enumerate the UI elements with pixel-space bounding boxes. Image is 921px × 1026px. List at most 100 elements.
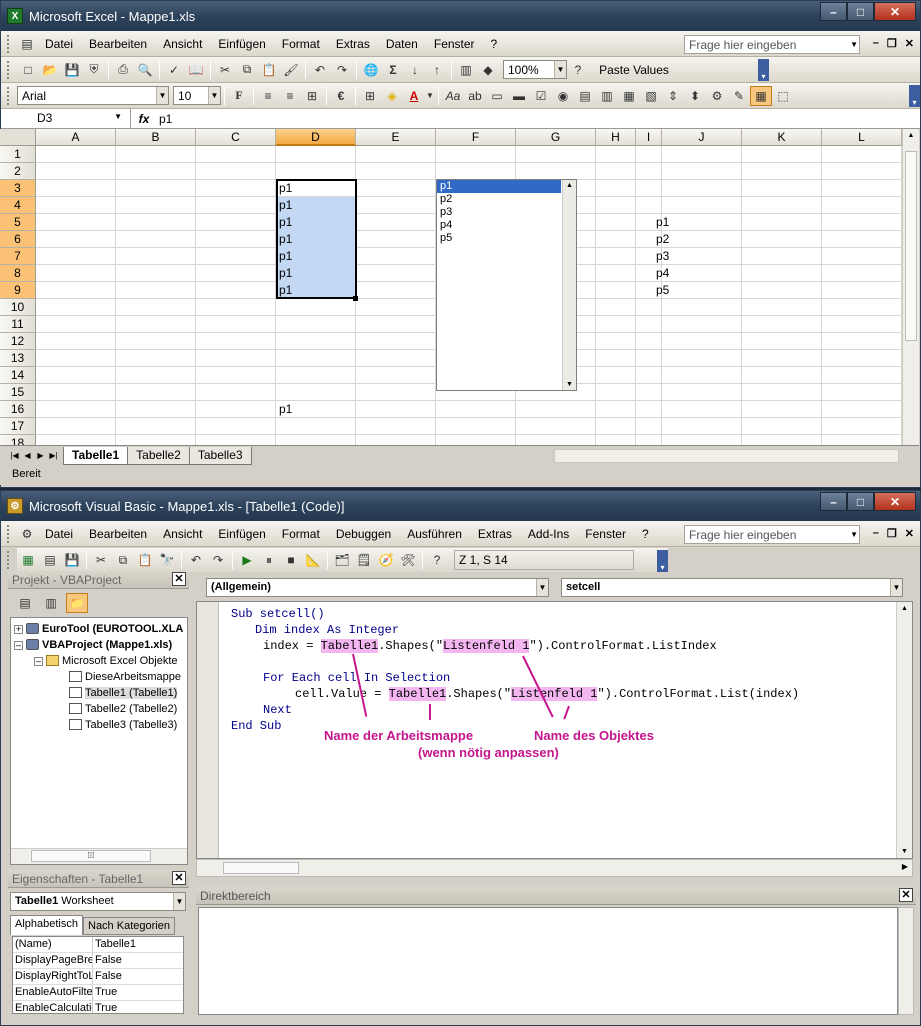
column-header-l[interactable]: L <box>822 129 902 146</box>
row-header-9[interactable]: 9 <box>0 282 36 299</box>
bold-icon[interactable]: F <box>228 86 250 106</box>
property-value[interactable]: False <box>93 969 122 984</box>
name-box[interactable]: D3 ▼ <box>1 108 131 129</box>
row-header-2[interactable]: 2 <box>0 163 36 180</box>
print-icon[interactable]: ⎙ <box>112 60 134 80</box>
code-line-cellvalue[interactable]: cell.Value = Tabelle1.Shapes("Listenfeld… <box>295 687 799 702</box>
insert-module-icon[interactable]: ▤ <box>39 550 61 570</box>
sheet-tab-tabelle3[interactable]: Tabelle3 <box>188 446 252 465</box>
redo-icon[interactable]: ↷ <box>331 60 353 80</box>
undo-icon[interactable]: ↶ <box>185 550 207 570</box>
code-vscrollbar[interactable]: ▲ ▼ <box>896 602 912 858</box>
edit-code-icon[interactable]: ✎ <box>728 86 750 106</box>
listbox-item[interactable]: p2 <box>437 193 561 206</box>
control-properties-icon[interactable]: ⚙ <box>706 86 728 106</box>
cell-j8[interactable]: p4 <box>653 265 669 282</box>
cell-d16[interactable]: p1 <box>276 401 292 418</box>
code-line-index[interactable]: index = Tabelle1.Shapes("Listenfeld 1").… <box>263 639 717 654</box>
run-icon[interactable]: ▶ <box>236 550 258 570</box>
toggle-grid-icon[interactable]: ▦ <box>750 85 772 106</box>
toolbar-options-icon[interactable]: ▾ <box>909 85 920 107</box>
sheet-tab-tabelle1[interactable]: Tabelle1 <box>63 446 129 465</box>
view-code-icon[interactable]: ▤ <box>14 593 36 613</box>
sort-desc-icon[interactable]: ↑ <box>426 60 448 80</box>
vbe-menu-icon[interactable]: ⚙ <box>17 524 37 544</box>
property-row[interactable]: DisplayPageBrea False <box>13 953 183 969</box>
align-center-icon[interactable]: ≡ <box>279 86 301 106</box>
insert-function-icon[interactable]: fx <box>131 112 157 126</box>
menu-format[interactable]: Format <box>274 37 328 51</box>
permission-icon[interactable]: ⛨ <box>83 60 105 80</box>
select-all-corner[interactable] <box>0 129 36 146</box>
chart-wizard-icon[interactable]: ▥ <box>455 60 477 80</box>
new-icon[interactable]: □ <box>17 60 39 80</box>
zoom-select[interactable]: 100% ▼ <box>503 60 567 79</box>
tree-vbaproject[interactable]: VBAProject (Mappe1.xls) <box>42 639 172 651</box>
tree-item[interactable]: DieseArbeitsmappe <box>85 671 181 683</box>
last-sheet-icon[interactable]: ▶| <box>47 451 60 460</box>
undo-icon[interactable]: ↶ <box>309 60 331 80</box>
cut-icon[interactable]: ✂ <box>214 60 236 80</box>
close-icon[interactable]: ✕ <box>899 888 913 902</box>
object-combo[interactable]: (Allgemein) ▼ <box>206 578 549 597</box>
vbe-menu-addins[interactable]: Add-Ins <box>520 527 577 541</box>
paste-values-button[interactable]: Paste Values <box>589 60 679 80</box>
hyperlink-icon[interactable]: 🌐 <box>360 60 382 80</box>
property-value[interactable]: True <box>93 985 117 1000</box>
property-row[interactable]: EnableAutoFilter True <box>13 985 183 1001</box>
view-excel-icon[interactable]: ▦ <box>17 550 39 570</box>
tab-alphabetisch[interactable]: Alphabetisch <box>10 915 83 935</box>
row-header-16[interactable]: 16 <box>0 401 36 418</box>
pause-icon[interactable]: ⏸ <box>258 550 280 570</box>
combo-dropdown-icon[interactable]: ▧ <box>640 86 662 106</box>
property-value[interactable]: Tabelle1 <box>93 937 136 952</box>
button-icon[interactable]: ▬ <box>508 86 530 106</box>
cell-j6[interactable]: p2 <box>653 231 669 248</box>
object-browser-icon[interactable]: 🧭 <box>375 550 397 570</box>
scroll-thumb[interactable] <box>905 151 917 341</box>
scroll-right-icon[interactable]: ▶ <box>902 862 908 871</box>
column-header-c[interactable]: C <box>196 129 276 146</box>
property-row[interactable]: EnableCalculatio True <box>13 1001 183 1013</box>
code-line-next[interactable]: Next <box>263 703 292 717</box>
chevron-down-icon[interactable]: ▼ <box>850 40 858 49</box>
formula-input[interactable]: p1 <box>157 112 172 126</box>
row-header-18[interactable]: 18 <box>0 435 36 445</box>
vbe-menu-extras[interactable]: Extras <box>470 527 520 541</box>
column-header-b[interactable]: B <box>116 129 196 146</box>
next-sheet-icon[interactable]: ▶ <box>34 451 47 460</box>
listbox-item[interactable]: p1 <box>437 180 561 193</box>
paste-icon[interactable]: 📋 <box>258 60 280 80</box>
row-header-12[interactable]: 12 <box>0 333 36 350</box>
menu-fenster[interactable]: Fenster <box>426 37 483 51</box>
excel-titlebar[interactable]: X Microsoft Excel - Mappe1.xls – □ ✕ <box>1 1 920 31</box>
chevron-down-icon[interactable]: ▼ <box>114 112 122 121</box>
tree-eurotool[interactable]: EuroTool (EUROTOOL.XLA <box>42 623 183 635</box>
vbe-menu-bearbeiten[interactable]: Bearbeiten <box>81 527 155 541</box>
close-button[interactable]: ✕ <box>874 2 916 21</box>
vbe-ask-question-input[interactable]: Frage hier eingeben <box>684 525 860 544</box>
row-header-13[interactable]: 13 <box>0 350 36 367</box>
tree-item[interactable]: Tabelle2 (Tabelle2) <box>85 703 177 715</box>
copy-icon[interactable]: ⧉ <box>236 60 258 80</box>
cut-icon[interactable]: ✂ <box>90 550 112 570</box>
code-line-endsub[interactable]: End Sub <box>231 719 281 733</box>
vbe-menu-ansicht[interactable]: Ansicht <box>155 527 210 541</box>
edit-box-icon[interactable]: ab <box>464 86 486 106</box>
paste-icon[interactable]: 📋 <box>134 550 156 570</box>
row-header-11[interactable]: 11 <box>0 316 36 333</box>
redo-icon[interactable]: ↷ <box>207 550 229 570</box>
maximize-button[interactable]: □ <box>847 492 874 511</box>
column-header-d[interactable]: D <box>276 129 356 146</box>
listbox-item[interactable]: p4 <box>437 219 561 232</box>
horizontal-scrollbar[interactable] <box>554 449 899 463</box>
design-mode-icon[interactable]: 📐 <box>302 550 324 570</box>
chevron-down-icon[interactable]: ▼ <box>156 87 168 104</box>
doc-restore-icon[interactable]: ❐ <box>887 527 897 540</box>
toolbar-options-icon[interactable]: ▾ <box>657 550 668 572</box>
menu-ansicht[interactable]: Ansicht <box>155 37 210 51</box>
chevron-down-icon[interactable]: ▼ <box>208 87 220 104</box>
vbe-menu-einfuegen[interactable]: Einfügen <box>210 527 273 541</box>
tree-item-selected[interactable]: Tabelle1 (Tabelle1) <box>85 687 178 699</box>
code-line-dim[interactable]: Dim index As Integer <box>255 623 399 637</box>
